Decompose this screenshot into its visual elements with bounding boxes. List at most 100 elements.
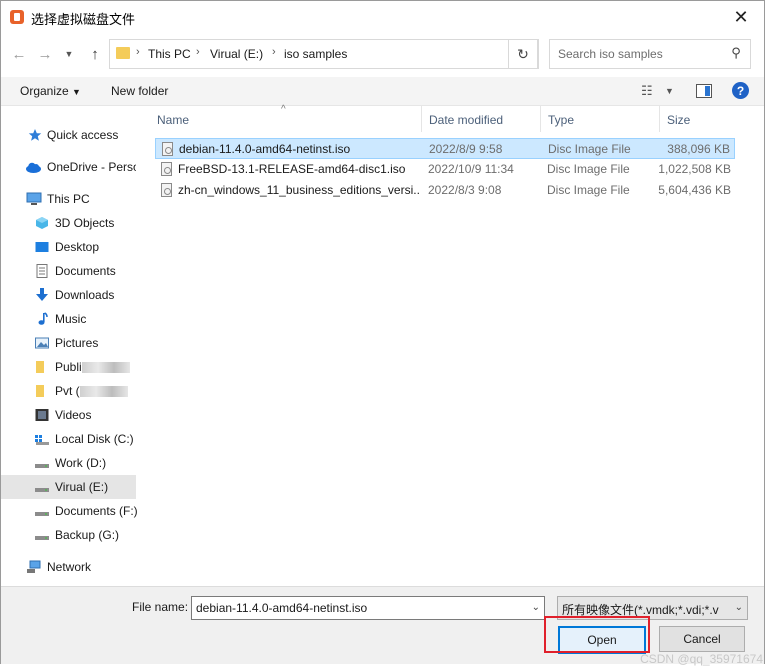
sidebar-item-label: Pictures (55, 336, 99, 350)
sidebar-item-label: Virual (E:) (55, 480, 109, 494)
music-icon (38, 312, 48, 325)
preview-pane-icon[interactable] (696, 83, 712, 99)
file-name: FreeBSD-13.1-RELEASE-amd64-disc1.iso (178, 162, 406, 176)
app-icon (10, 10, 24, 24)
file-size: 5,604,436 KB (658, 183, 731, 197)
sidebar-item-backup-g[interactable]: Backup (G:) (1, 523, 136, 547)
search-input[interactable]: Search iso samples (558, 47, 663, 61)
document-icon (36, 264, 48, 278)
sidebar-item-downloads[interactable]: Downloads (1, 283, 136, 307)
sidebar-item-label: Network (47, 560, 92, 574)
sidebar-item-label: Backup (G:) (55, 528, 120, 542)
sidebar-item-documents[interactable]: Documents (1, 259, 136, 283)
sidebar-item-private-folder[interactable]: Pvt ( (1, 379, 136, 403)
organize-label: Organize (20, 84, 69, 98)
disc-image-icon (162, 142, 173, 156)
sidebar-item-music[interactable]: Music (1, 307, 136, 331)
column-header-name[interactable]: ^ Name (149, 104, 422, 132)
drive-icon (35, 464, 49, 468)
up-button[interactable]: ↑ (85, 44, 105, 64)
sidebar-item-local-disk-c[interactable]: Local Disk (C:) (1, 427, 136, 451)
file-type: Disc Image File (548, 142, 631, 156)
sidebar-item-label: Pvt ( (55, 384, 128, 398)
file-row[interactable]: zh-cn_windows_11_business_editions_versi… (155, 180, 735, 201)
sidebar-item-public-folder[interactable]: Publi (1, 355, 136, 379)
sidebar-item-label: Work (D:) (55, 456, 107, 470)
folder-icon (36, 385, 44, 397)
file-open-dialog: 选择虚拟磁盘文件 ✕ ← → ▼ ↑ › This PC › Virual (E… (0, 0, 765, 664)
sidebar-item-label: Quick access (47, 128, 119, 142)
sidebar-item-quick-access[interactable]: Quick access (1, 123, 136, 147)
help-icon[interactable]: ? (732, 82, 749, 99)
sidebar-item-3d-objects[interactable]: 3D Objects (1, 211, 136, 235)
sidebar-item-label: OneDrive - Perso (47, 160, 136, 174)
sidebar-item-pictures[interactable]: Pictures (1, 331, 136, 355)
file-name-label: File name: (132, 600, 189, 614)
close-icon: ✕ (733, 6, 749, 27)
file-date: 2022/8/3 9:08 (428, 183, 502, 197)
chevron-down-icon[interactable]: ⌄ (532, 602, 540, 613)
drive-icon (35, 488, 49, 492)
column-header-size[interactable]: Size (659, 106, 739, 132)
file-size: 388,096 KB (667, 142, 730, 156)
column-label: Date modified (429, 113, 504, 127)
file-row[interactable]: debian-11.4.0-amd64-netinst.iso 2022/8/9… (155, 138, 735, 159)
breadcrumb-virual-drive[interactable]: Virual (E:) (210, 47, 263, 61)
organize-menu[interactable]: Organize ▼ (20, 84, 81, 98)
chevron-right-icon: › (272, 46, 276, 58)
file-date: 2022/8/9 9:58 (429, 142, 503, 156)
sidebar-item-onedrive[interactable]: OneDrive - Perso (1, 155, 136, 179)
file-size: 1,022,508 KB (658, 162, 731, 176)
download-icon (36, 288, 48, 301)
column-header-date[interactable]: Date modified (421, 106, 541, 132)
search-box[interactable]: Search iso samples ⚲ (549, 39, 751, 69)
sidebar-item-work-d[interactable]: Work (D:) (1, 451, 136, 475)
file-type: Disc Image File (547, 183, 630, 197)
view-dropdown-icon[interactable]: ▼ (665, 83, 674, 99)
file-type: Disc Image File (547, 162, 630, 176)
sidebar-item-virual-e[interactable]: Virual (E:) (1, 475, 136, 499)
file-name-combobox[interactable]: debian-11.4.0-amd64-netinst.iso ⌄ (191, 596, 545, 620)
refresh-icon: ↻ (517, 45, 529, 62)
network-icon (27, 560, 41, 573)
folder-icon (36, 361, 44, 373)
sort-ascending-icon: ^ (281, 104, 286, 115)
sidebar-item-label: Videos (55, 408, 92, 422)
refresh-button[interactable]: ↻ (508, 39, 538, 69)
column-label: Size (667, 113, 691, 127)
arrow-left-icon: ← (11, 45, 27, 63)
sidebar-item-label: Documents (55, 264, 116, 278)
back-button[interactable]: ← (9, 44, 29, 64)
drive-icon (35, 512, 49, 516)
file-row[interactable]: FreeBSD-13.1-RELEASE-amd64-disc1.iso 202… (155, 159, 735, 180)
video-icon (35, 409, 49, 421)
new-folder-button[interactable]: New folder (111, 84, 168, 98)
file-name-input[interactable]: debian-11.4.0-amd64-netinst.iso (196, 601, 367, 615)
sidebar-item-this-pc[interactable]: This PC (1, 187, 136, 211)
desktop-icon (35, 242, 49, 252)
forward-button[interactable]: → (35, 44, 55, 64)
column-label: Type (548, 113, 575, 127)
disc-image-icon (161, 183, 172, 197)
sidebar-item-videos[interactable]: Videos (1, 403, 136, 427)
navigation-pane: Quick access OneDrive - Perso This PC 3D… (1, 106, 138, 586)
arrow-right-icon: → (37, 45, 53, 63)
sidebar-item-label: 3D Objects (55, 216, 115, 230)
breadcrumb-iso-samples[interactable]: iso samples (284, 47, 347, 61)
navigation-bar: ← → ▼ ↑ › This PC › Virual (E:) › iso sa… (1, 39, 764, 69)
chevron-down-icon: ▼ (64, 49, 74, 59)
sidebar-item-label: This PC (47, 192, 90, 206)
search-icon: ⚲ (731, 45, 741, 60)
address-bar[interactable]: › This PC › Virual (E:) › iso samples ⌄ (109, 39, 539, 69)
close-button[interactable]: ✕ (718, 1, 764, 33)
cancel-button[interactable]: Cancel (659, 626, 745, 652)
breadcrumb-this-pc[interactable]: This PC (148, 47, 191, 61)
column-label: Name (157, 113, 190, 127)
file-name: debian-11.4.0-amd64-netinst.iso (179, 142, 351, 156)
sidebar-item-documents-f[interactable]: Documents (F:) (1, 499, 138, 523)
recent-locations-button[interactable]: ▼ (59, 44, 79, 64)
sidebar-item-network[interactable]: Network (1, 555, 136, 579)
view-options-icon[interactable]: ☷ (641, 83, 653, 99)
column-header-type[interactable]: Type (540, 106, 660, 132)
sidebar-item-desktop[interactable]: Desktop (1, 235, 136, 259)
